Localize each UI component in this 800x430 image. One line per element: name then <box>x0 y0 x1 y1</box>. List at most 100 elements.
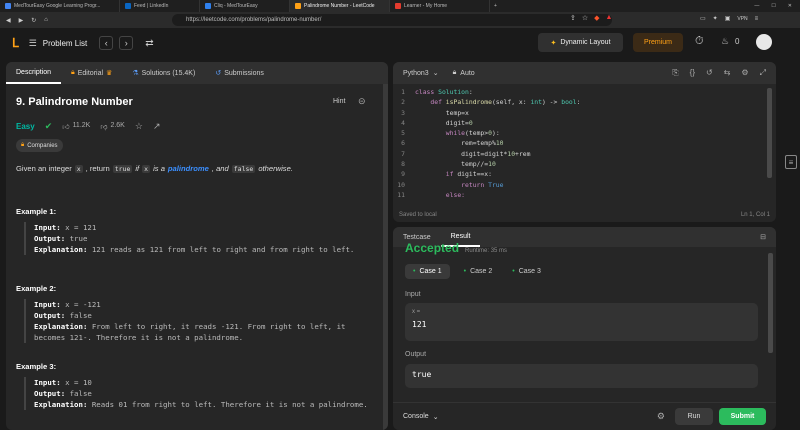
code-token: if <box>415 170 458 179</box>
difficulty-badge: Easy <box>16 122 35 131</box>
like-button[interactable]: 👍︎ 11.2K <box>62 122 90 131</box>
rewards-icon[interactable]: ▲ <box>606 14 613 22</box>
prev-problem-button[interactable]: ‹ <box>99 36 114 50</box>
input-var-label: x = <box>412 309 421 315</box>
streak-icon[interactable]: ♨ <box>721 36 729 47</box>
runtime-text: Runtime: 35 ms <box>465 248 508 254</box>
minimize-icon[interactable]: — <box>754 3 759 9</box>
timer-icon[interactable]: ⏱ <box>695 35 704 48</box>
code-area[interactable]: 1 class Solution:2 def isPalindrome (self,… <box>393 84 776 201</box>
menu-icon[interactable]: ≡ <box>755 16 759 22</box>
problem-list-link[interactable]: Problem List <box>43 39 87 48</box>
settings-icon[interactable]: ⚙ <box>741 68 748 78</box>
code-line[interactable]: 3 temp=x <box>397 109 776 119</box>
palindrome-link[interactable]: palindrome <box>168 164 209 173</box>
code-line[interactable]: 2 def isPalindrome (self, x: int) -> bool… <box>397 98 776 108</box>
code-token: temp//= <box>415 160 489 169</box>
line-number: 7 <box>401 149 405 158</box>
companies-tag[interactable]: 🔒︎ Companies <box>16 139 63 152</box>
brave-shield-icon[interactable]: ◆ <box>594 14 599 22</box>
back-icon[interactable]: ◀ <box>6 17 11 24</box>
case-pass-dot-icon: • <box>463 268 467 275</box>
autocomplete-toggle[interactable]: 🔒︎ Auto <box>453 69 475 77</box>
browser-tab[interactable]: Cliq - MedTourEasy <box>200 0 290 12</box>
premium-badge-icon: ♛ <box>106 70 113 77</box>
submit-button[interactable]: Submit <box>719 408 766 425</box>
dislike-button[interactable]: 👎︎ 2.6K <box>100 122 125 131</box>
line-number: 3 <box>401 108 405 117</box>
case-3-button[interactable]: • Case 3 <box>506 264 547 279</box>
editor-scrollbar[interactable] <box>767 88 772 178</box>
case-2-button[interactable]: • Case 2 <box>458 264 499 279</box>
scrollbar[interactable] <box>383 84 388 430</box>
input-label: Input <box>405 291 421 298</box>
line-number: 6 <box>401 139 405 148</box>
new-tab-button[interactable]: + <box>490 3 501 9</box>
run-button[interactable]: Run <box>675 408 713 425</box>
case-1-button[interactable]: • Case 1 <box>405 264 450 279</box>
reset-icon[interactable]: ↺ <box>706 68 713 78</box>
next-problem-button[interactable]: › <box>119 36 134 50</box>
code-line[interactable]: 11 else: <box>397 191 776 201</box>
expand-panel-icon[interactable]: ⊟ <box>760 233 776 241</box>
vpn-button[interactable]: VPN <box>737 16 747 22</box>
console-toggle[interactable]: Console ⌄ <box>403 413 439 421</box>
code-line[interactable]: 9 if digit==x: <box>397 170 776 180</box>
shuffle-icon[interactable]: ⇄ <box>145 38 153 49</box>
maximize-icon[interactable]: ☐ <box>771 3 775 9</box>
problem-list-icon: ☰ <box>28 37 37 48</box>
home-icon[interactable]: ⌂ <box>44 17 48 23</box>
hint-link[interactable]: Hint <box>333 98 345 105</box>
example-3: Example 3: Input: x = 10 Output: false E… <box>16 362 371 410</box>
extensions-icon[interactable]: ✦ <box>713 15 718 22</box>
code-line[interactable]: 5 while (temp> 0): <box>397 129 776 139</box>
code-line[interactable]: 1 class Solution: <box>397 88 776 98</box>
vpn-label: VPN <box>737 15 748 22</box>
tab-solutions[interactable]: ⚗ Solutions (15.4K) <box>122 62 205 84</box>
code-line[interactable]: 6 rem=temp% 10 <box>397 139 776 149</box>
tab-submissions[interactable]: ↺ Submissions <box>205 62 274 84</box>
problem-statement: Given an integer x , return true if x is… <box>16 164 293 173</box>
premium-button[interactable]: Premium <box>633 33 683 52</box>
bookmark-icon[interactable]: ☆ <box>582 14 588 22</box>
browser-tab[interactable]: Learner - My Home <box>390 0 490 12</box>
code-token: 10 <box>488 160 496 169</box>
close-icon[interactable]: ✕ <box>788 3 792 9</box>
example-title: Example 1: <box>16 207 57 216</box>
browser-tab-active[interactable]: Palindrome Number - LeetCode <box>290 0 390 12</box>
tab-editorial[interactable]: 🔒︎ Editorial ♛ <box>61 62 122 84</box>
browser-tab[interactable]: Feed | LinkedIn <box>120 0 200 12</box>
code-token: (temp> <box>465 129 489 138</box>
code-swap-icon[interactable]: ⇆ <box>724 68 731 78</box>
share-icon[interactable]: ⇪ <box>570 14 576 22</box>
output-label: Output <box>405 351 427 358</box>
line-number: 9 <box>401 170 405 179</box>
sidebar-icon[interactable]: ▭ <box>700 15 706 22</box>
debug-icon[interactable]: ⚙ <box>657 411 665 422</box>
result-scrollbar[interactable] <box>768 253 773 353</box>
line-number: 5 <box>401 129 405 138</box>
code-token: rem=temp% <box>415 139 496 148</box>
bookmark-code-icon[interactable]: ⎘ <box>672 68 678 78</box>
url-bar[interactable]: https://leetcode.com/problems/palindrome… <box>172 14 612 26</box>
fullscreen-icon[interactable]: ⤢ <box>760 68 766 78</box>
star-icon[interactable]: ☆ <box>135 121 143 132</box>
browser-tab[interactable]: MedTourEasy Google Learning Progr... <box>0 0 120 12</box>
dynamic-layout-button[interactable]: ✦ Dynamic Layout <box>538 33 623 52</box>
braces-icon[interactable]: {} <box>690 68 695 78</box>
language-select[interactable]: Python3 ⌄ <box>403 69 439 78</box>
code-token: +rem <box>515 149 531 158</box>
reload-icon[interactable]: ↻ <box>31 17 36 24</box>
leetcode-logo-icon[interactable]: ᒪ <box>12 36 19 50</box>
code-line[interactable]: 7 digit=digit* 10 +rem <box>397 150 776 160</box>
code-line[interactable]: 8 temp//= 10 <box>397 160 776 170</box>
code-line[interactable]: 10 return True <box>397 181 776 191</box>
wallet-icon[interactable]: ▣ <box>725 15 731 22</box>
avatar[interactable] <box>756 34 772 50</box>
share-link-icon[interactable]: ↗ <box>153 121 161 132</box>
tab-description[interactable]: Description <box>6 62 62 84</box>
info-icon[interactable]: ⊝ <box>358 96 366 107</box>
code-line[interactable]: 4 digit= 0 <box>397 119 776 129</box>
forward-icon[interactable]: ▶ <box>19 17 24 24</box>
notes-icon[interactable]: ≡ <box>785 155 797 169</box>
